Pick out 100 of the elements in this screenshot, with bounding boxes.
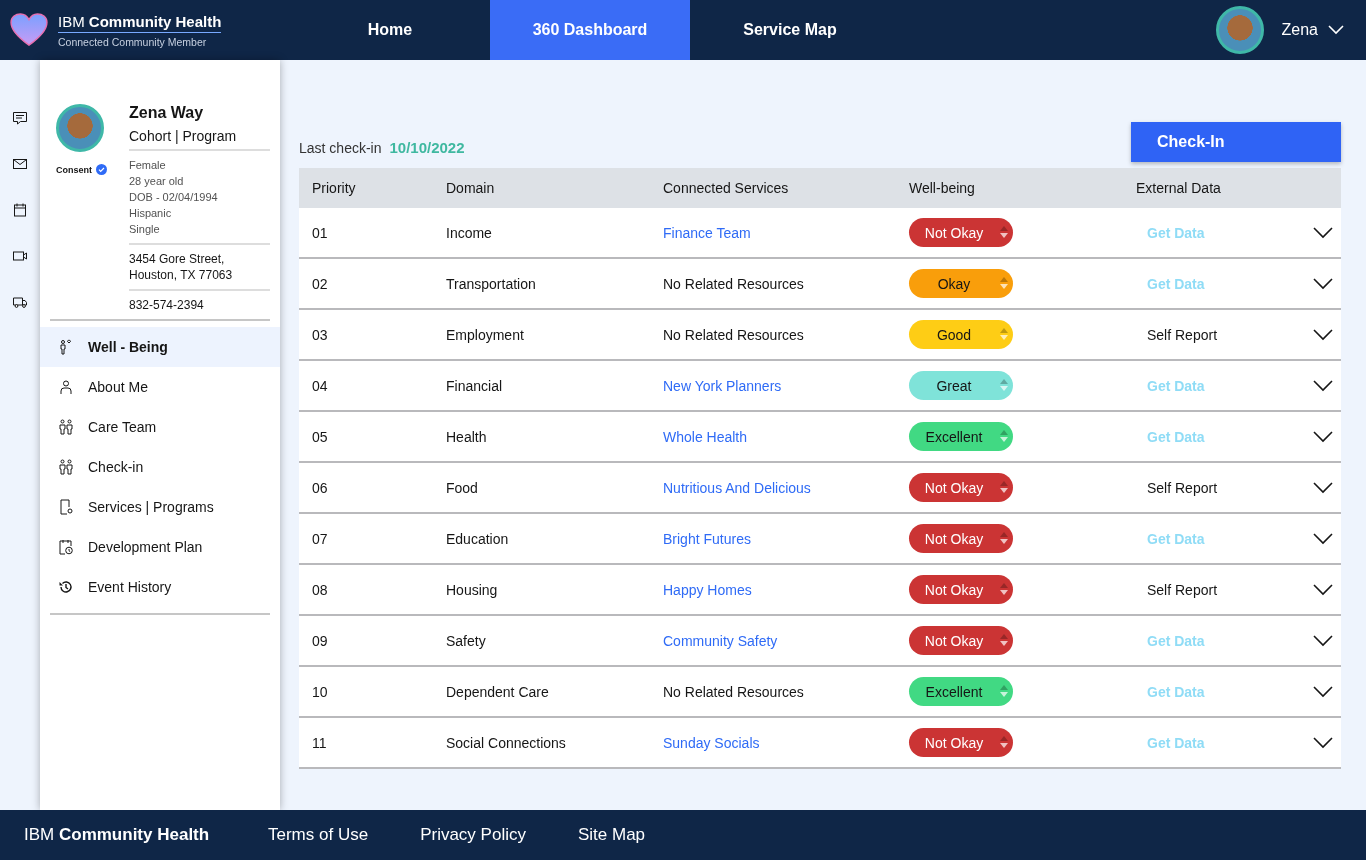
table-cell-text: Safety	[446, 632, 487, 649]
sort-arrows-icon	[999, 225, 1009, 239]
service-link[interactable]: Happy Homes	[663, 581, 752, 598]
video-icon[interactable]	[12, 248, 28, 264]
brand-name: IBM Community Health	[58, 12, 222, 33]
table-cell-text: Housing	[446, 581, 499, 598]
table-cell-text: Income	[446, 224, 493, 241]
expand-chevron-icon[interactable]	[1313, 737, 1333, 749]
chat-icon[interactable]	[12, 110, 28, 126]
brand-subtitle: Connected Community Member	[58, 35, 208, 48]
sidebar-item[interactable]: Well - Being	[40, 327, 280, 367]
service-link[interactable]: Sunday Socials	[663, 734, 760, 751]
people-icon	[58, 459, 74, 475]
table-cell-text: Health	[446, 428, 488, 445]
check-badge-icon	[96, 164, 107, 175]
expand-chevron-icon[interactable]	[1313, 431, 1333, 443]
table-cell-text: Employment	[446, 326, 525, 343]
address-line: 3454 Gore Street,	[129, 251, 226, 267]
table-cell: No Related Resources	[663, 326, 804, 343]
wellbeing-dropdown[interactable]: Great	[909, 371, 1013, 400]
wellbeing-dropdown[interactable]: Good	[909, 320, 1013, 349]
service-link[interactable]: Finance Team	[663, 224, 751, 241]
mail-icon[interactable]	[12, 156, 28, 172]
table-cell-text: Food	[446, 479, 479, 496]
wellbeing-dropdown[interactable]: Okay	[909, 269, 1013, 298]
avatar	[56, 104, 104, 152]
phone-number: 832-574-2394	[129, 297, 205, 313]
table-cell-text: Dependent Care	[446, 683, 550, 700]
wellbeing-dropdown[interactable]: Not Okay	[909, 524, 1013, 553]
expand-chevron-icon[interactable]	[1313, 533, 1333, 545]
table-cell-text: 03	[311, 326, 329, 343]
person-heart-icon	[58, 339, 74, 355]
sort-arrows-icon	[999, 531, 1009, 545]
sidebar-item[interactable]: Development Plan	[40, 527, 280, 567]
check-in-button[interactable]: Check-In	[1131, 122, 1341, 162]
sort-arrows-icon	[999, 276, 1009, 290]
table-cell-text: Education	[446, 530, 510, 547]
caret-icon	[1328, 25, 1344, 35]
sidebar-item[interactable]: Services | Programs	[40, 487, 280, 527]
expand-chevron-icon[interactable]	[1313, 584, 1333, 596]
column-header: Domain	[446, 180, 496, 196]
expand-chevron-icon[interactable]	[1313, 686, 1333, 698]
table-cell-text: 04	[311, 377, 329, 394]
table-cell-text: 07	[311, 530, 329, 547]
table-cell-text: 11	[311, 734, 328, 751]
wellbeing-dropdown[interactable]: Not Okay	[909, 626, 1013, 655]
table-cell: Self Report	[1147, 581, 1218, 598]
person-icon	[58, 379, 74, 395]
profile-detail: Hispanic	[129, 206, 173, 221]
people-icon	[58, 419, 74, 435]
table-cell-text: 02	[311, 275, 329, 292]
footer-link[interactable]: Terms of Use	[268, 825, 369, 845]
table-cell-text: 01	[311, 224, 329, 241]
footer-brand: IBM Community Health	[24, 825, 211, 845]
calendar-icon[interactable]	[12, 202, 28, 218]
last-checkin-date: 10/10/2022	[389, 138, 465, 156]
profile-detail: DOB - 02/04/1994	[129, 190, 219, 205]
table-cell-text: 10	[311, 683, 329, 700]
table-cell-text: Social Connections	[446, 734, 567, 751]
service-link[interactable]: New York Planners	[663, 377, 782, 394]
wellbeing-dropdown[interactable]: Excellent	[909, 422, 1013, 451]
sort-arrows-icon	[999, 633, 1009, 647]
wellbeing-dropdown[interactable]: Not Okay	[909, 218, 1013, 247]
table-cell: No Related Resources	[663, 275, 804, 292]
table-cell: Self Report	[1147, 326, 1218, 343]
last-checkin-label: Last check-in	[299, 139, 382, 156]
profile-name: Zena Way	[129, 104, 205, 122]
sidebar-item[interactable]: Check-in	[40, 447, 280, 487]
nav-tab[interactable]: 360 Dashboard	[490, 0, 690, 60]
column-header: Priority	[311, 180, 357, 196]
sidebar-item[interactable]: Event History	[40, 567, 280, 607]
expand-chevron-icon[interactable]	[1313, 482, 1333, 494]
service-link[interactable]: Community Safety	[663, 632, 778, 649]
nav-tab[interactable]: Home	[290, 0, 490, 60]
wellbeing-dropdown[interactable]: Not Okay	[909, 473, 1013, 502]
truck-icon[interactable]	[12, 294, 28, 310]
sidebar-item[interactable]: Care Team	[40, 407, 280, 447]
sort-arrows-icon	[999, 684, 1009, 698]
history-icon	[58, 579, 74, 595]
nav-tab[interactable]: Service Map	[690, 0, 890, 60]
footer-link[interactable]: Site Map	[577, 825, 646, 845]
service-link[interactable]: Whole Health	[663, 428, 748, 445]
footer-link[interactable]: Privacy Policy	[420, 825, 526, 845]
expand-chevron-icon[interactable]	[1313, 635, 1333, 647]
service-link[interactable]: Bright Futures	[663, 530, 751, 547]
expand-chevron-icon[interactable]	[1313, 329, 1333, 341]
expand-chevron-icon[interactable]	[1313, 380, 1333, 392]
wellbeing-dropdown[interactable]: Not Okay	[909, 575, 1013, 604]
consent-label: Consent	[56, 164, 92, 175]
expand-chevron-icon[interactable]	[1313, 278, 1333, 290]
sidebar-item[interactable]: About Me	[40, 367, 280, 407]
table-cell-text: 06	[311, 479, 329, 496]
expand-chevron-icon[interactable]	[1313, 227, 1333, 239]
column-header: Well-being	[909, 180, 976, 196]
service-link[interactable]: Nutritious And Delicious	[663, 479, 811, 496]
wellbeing-dropdown[interactable]: Excellent	[909, 677, 1013, 706]
profile-detail: Single	[129, 222, 161, 237]
wellbeing-dropdown[interactable]: Not Okay	[909, 728, 1013, 757]
table-cell-text: 09	[311, 632, 329, 649]
user-menu[interactable]: Zena	[1277, 17, 1348, 43]
